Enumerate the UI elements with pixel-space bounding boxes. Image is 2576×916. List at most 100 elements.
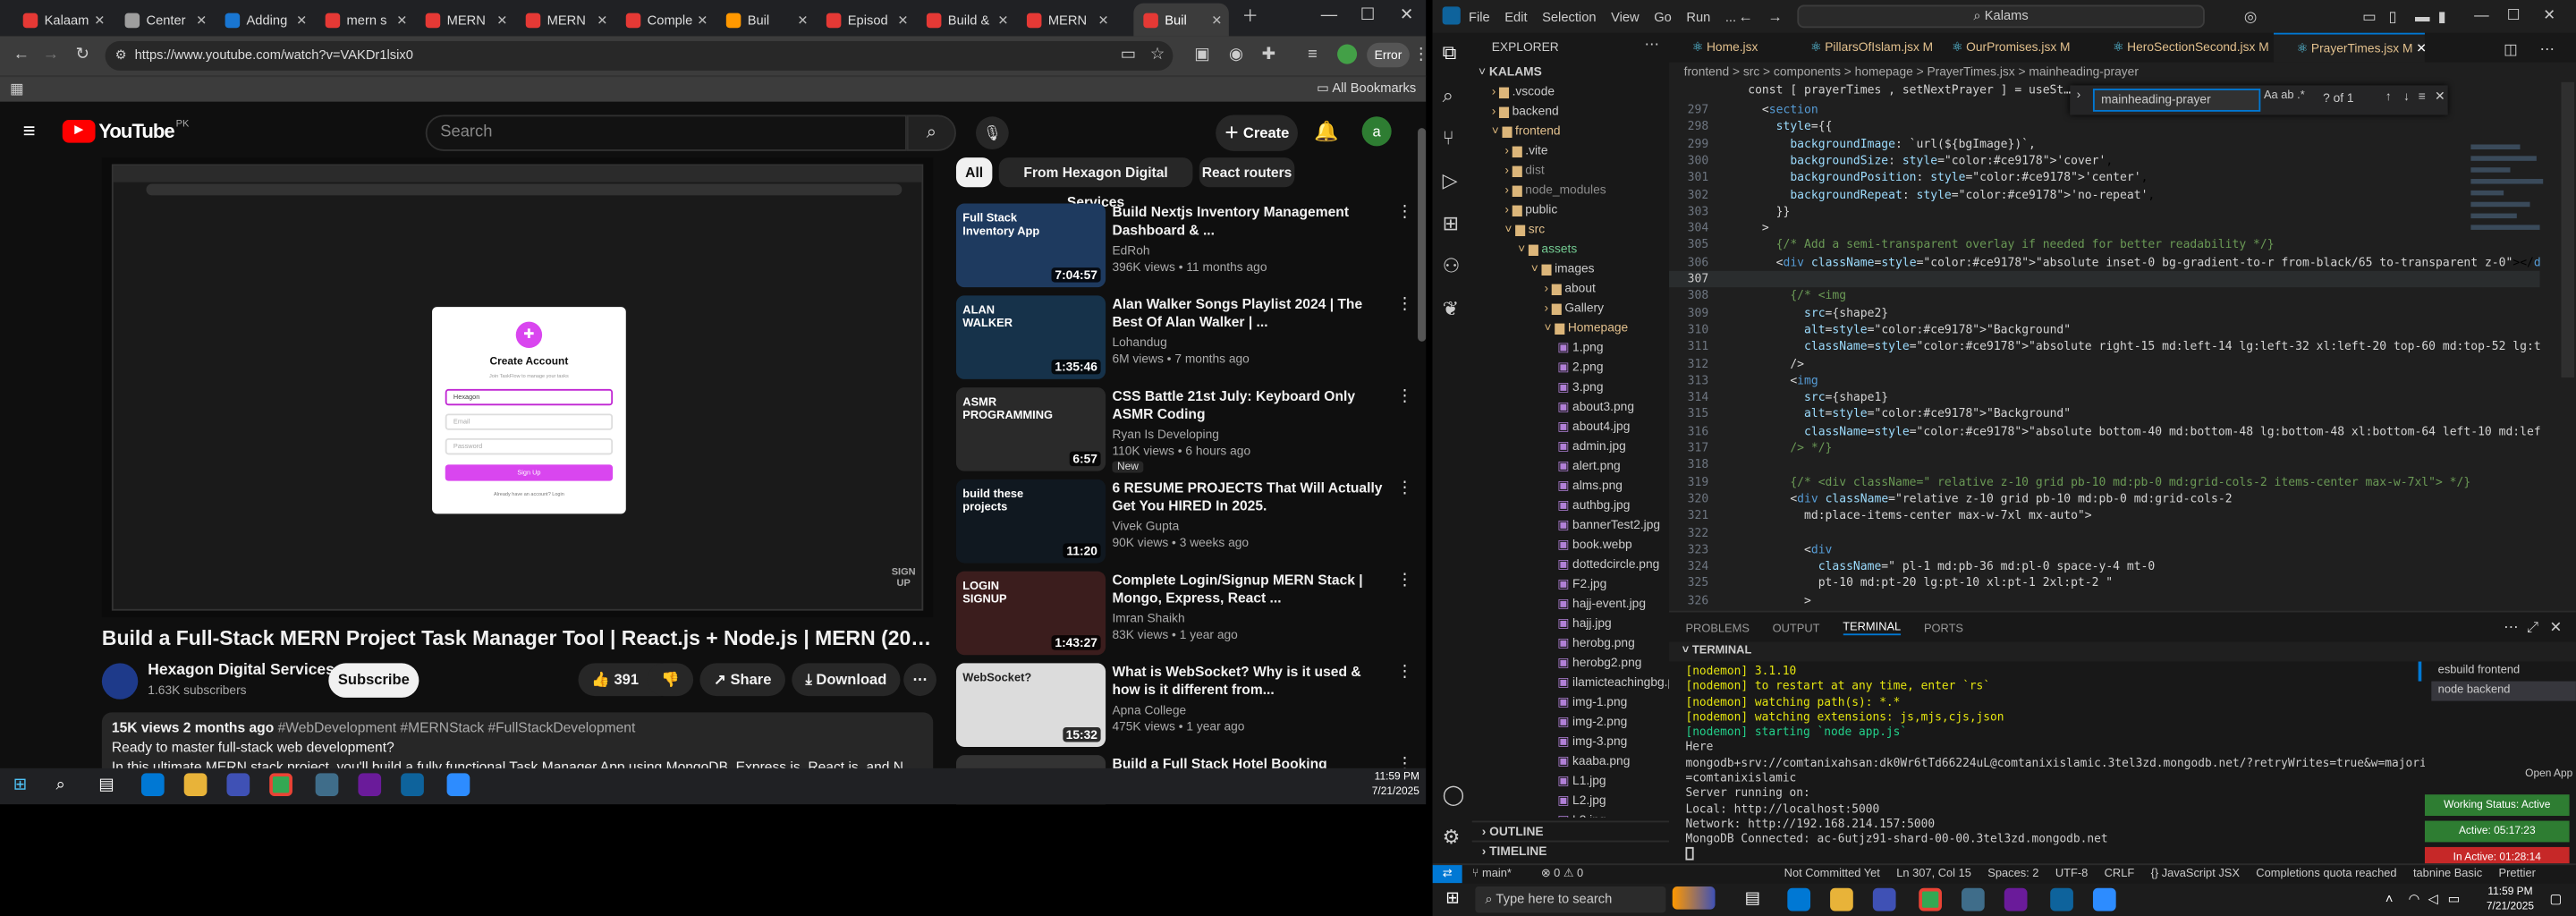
code-line[interactable]: 302 backgroundRepeat: style="color:#ce91… (1669, 186, 2539, 203)
dislike-button[interactable]: 👎 (647, 663, 694, 697)
code-line[interactable]: 320 <div className="relative z-10 grid p… (1669, 490, 2539, 507)
copilot-icon[interactable]: ◎ (2244, 6, 2257, 26)
reload-icon[interactable]: ↻ (75, 46, 89, 65)
search-button[interactable]: ⌕ (906, 114, 956, 151)
accounts-icon[interactable]: ◯ (1443, 785, 1465, 804)
explorer-icon[interactable] (1830, 887, 1853, 912)
find-selection-icon[interactable]: ≡ (2419, 89, 2426, 104)
tree-folder[interactable]: › ▆ .vscode (1492, 82, 1669, 102)
filter-chip[interactable]: All (955, 157, 993, 188)
tree-file[interactable]: ▣ L1.jpg (1557, 771, 1669, 791)
page-scrollbar[interactable] (1418, 128, 1427, 342)
code-line[interactable]: 325 pt-10 md:pt-20 lg:pt-10 xl:pt-1 2xl:… (1669, 575, 2539, 592)
recommended-title[interactable]: 6 RESUME PROJECTS That Will Actually Get… (1112, 479, 1391, 515)
menu-item[interactable]: Run (1686, 9, 1710, 24)
layout-icon[interactable]: ▭ (2362, 6, 2377, 26)
tree-file[interactable]: ▣ 3.png (1557, 377, 1669, 397)
recommended-video[interactable]: Full Stack Inventory App 7:04:57 Build Nex… (955, 203, 1416, 296)
remote-icon[interactable]: ⚇ (1443, 256, 1461, 276)
tree-file[interactable]: ▣ L3.jpg (1557, 811, 1669, 818)
find-prev-icon[interactable]: ↑ (2385, 89, 2392, 104)
recommended-channel[interactable]: Apna College (1112, 702, 1391, 718)
tree-folder[interactable]: ˅ ▆ src (1504, 220, 1669, 240)
timeline-section[interactable]: › TIMELINE (1471, 840, 1670, 861)
panel-more-icon[interactable]: ⋯ (2504, 617, 2519, 637)
recommended-title[interactable]: Build Nextjs Inventory Management Dashbo… (1112, 204, 1391, 240)
tree-file[interactable]: ▣ alert.png (1557, 456, 1669, 476)
find-expand-icon[interactable]: › (2077, 87, 2081, 102)
tree-file[interactable]: ▣ ilamicteachingbg.p... (1557, 673, 1669, 692)
vs-maximize-icon[interactable]: ☐ (2507, 5, 2521, 25)
menu-item[interactable]: ... (1725, 9, 1736, 24)
sticky-scroll[interactable]: const [ prayerTimes , setNextPrayer ] = … (1748, 82, 2076, 98)
tree-file[interactable]: ▣ herobg.png (1557, 633, 1669, 653)
tree-file[interactable]: ▣ img-3.png (1557, 732, 1669, 751)
widget-icon[interactable] (1672, 886, 1716, 910)
recommended-channel[interactable]: EdRoh (1112, 243, 1391, 259)
vscode-taskbar-icon[interactable] (401, 773, 424, 797)
taskbar-search-input[interactable]: ⌕ Type here to search (1475, 886, 1666, 913)
tab-close-icon[interactable]: ✕ (296, 13, 307, 28)
close-window-icon[interactable]: ✕ (1400, 6, 1413, 26)
chrome-icon[interactable] (1919, 887, 1942, 912)
git-branch[interactable]: ⑂ main* (1472, 865, 1512, 883)
volume-icon[interactable]: ◁ (2428, 890, 2438, 910)
tree-folder[interactable]: › ▆ Gallery (1544, 299, 1669, 318)
find-options[interactable]: Aa ab .* (2264, 90, 2305, 102)
code-line[interactable]: 322 (1669, 524, 2539, 541)
tree-file[interactable]: ▣ about4.jpg (1557, 417, 1669, 437)
code-line[interactable]: 310 alt=style="color:#ce9178">"Backgroun… (1669, 321, 2539, 338)
code-line[interactable]: 326 > (1669, 592, 2539, 609)
tree-file[interactable]: ▣ about3.png (1557, 397, 1669, 417)
tree-file[interactable]: ▣ authbg.jpg (1557, 496, 1669, 515)
code-line[interactable]: 299 backgroundImage: `url(${bgImage})`, (1669, 136, 2539, 153)
tree-file[interactable]: ▣ alms.png (1557, 476, 1669, 496)
code-line[interactable]: 318 (1669, 457, 2539, 474)
app-taskbar-icon[interactable] (315, 773, 339, 797)
tree-file[interactable]: ▣ dottedcircle.png (1557, 555, 1669, 574)
status-item[interactable]: UTF-8 (2055, 865, 2088, 883)
code-line[interactable]: 312 /> (1669, 355, 2539, 372)
tree-file[interactable]: ▣ img-2.png (1557, 712, 1669, 732)
tree-file[interactable]: ▣ hajj.jpg (1557, 614, 1669, 633)
terminal-instance[interactable]: esbuild frontend (2431, 662, 2576, 682)
maximize-icon[interactable]: ☐ (1360, 6, 1375, 26)
tree-file[interactable]: ▣ 1.png (1557, 338, 1669, 358)
find-next-icon[interactable]: ↓ (2403, 89, 2410, 104)
url-input[interactable]: https://www.youtube.com/watch?v=VAKDr1ls… (105, 40, 1174, 71)
tab-close-icon[interactable]: ✕ (496, 13, 507, 28)
code-line[interactable]: 306 <div className=style="color:#ce9178"… (1669, 254, 2540, 271)
video-menu-icon[interactable]: ⋮ (1396, 572, 1412, 589)
tree-file[interactable]: ▣ img-1.png (1557, 692, 1669, 712)
code-line[interactable]: 314 src={shape1} (1669, 389, 2539, 406)
status-item[interactable]: Spaces: 2 (1987, 865, 2038, 883)
code-line[interactable]: 321 md:place-items-center max-w-7xl mx-a… (1669, 507, 2539, 524)
task-view-icon[interactable]: ▤ (98, 776, 114, 796)
video-menu-icon[interactable]: ⋮ (1396, 387, 1412, 405)
tree-file[interactable]: ▣ hajj-event.jpg (1557, 594, 1669, 614)
code-line[interactable]: 308 {/* <img (1669, 288, 2539, 305)
code-line[interactable]: 307 (1669, 270, 2540, 288)
hashtags[interactable]: #WebDevelopment #MERNStack #FullStackDev… (278, 719, 636, 735)
chrome-menu-icon[interactable]: ⋮ (1413, 46, 1427, 65)
toggle-sidebar-icon[interactable]: ▯ (2389, 6, 2397, 26)
notifications-bell-icon[interactable]: 🔔 (1314, 120, 1338, 143)
tree-file[interactable]: ▣ L2.jpg (1557, 792, 1669, 811)
recommended-channel[interactable]: Ryan Is Developing (1112, 427, 1391, 443)
status-item[interactable]: tabnine Basic (2413, 865, 2482, 883)
tree-folder[interactable]: › ▆ backend (1492, 102, 1669, 122)
tab-close-icon[interactable]: ✕ (997, 13, 1008, 28)
code-line[interactable]: 315 alt=style="color:#ce9178">"Backgroun… (1669, 406, 2539, 423)
recommended-video[interactable]: build these projects 11:20 6 RESUME PROJEC… (955, 479, 1416, 572)
tree-folder[interactable]: › ▆ public (1504, 200, 1669, 220)
minimap[interactable] (2470, 138, 2556, 368)
toggle-panel-icon[interactable]: ▬ (2415, 6, 2430, 26)
editor-scrollbar[interactable] (2561, 81, 2575, 378)
forward-icon[interactable]: → (43, 46, 59, 65)
status-item[interactable]: Completions quota reached (2256, 865, 2396, 883)
tree-file[interactable]: ▣ bannerTest2.jpg (1557, 515, 1669, 535)
video-thumbnail[interactable]: WebSocket? 15:32 (955, 663, 1106, 747)
code-line[interactable]: 309 src={shape2} (1669, 305, 2539, 322)
start-icon[interactable]: ⊞ (1445, 890, 1459, 910)
edge-icon[interactable] (1787, 887, 1811, 912)
